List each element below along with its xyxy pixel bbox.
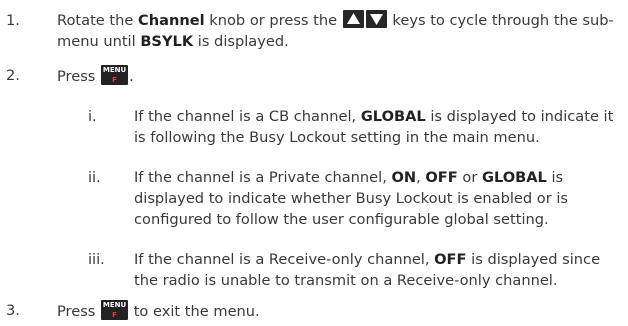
substep-number: iii. xyxy=(88,251,105,268)
substep-text: If the channel is a CB channel, GLOBAL i… xyxy=(134,108,614,146)
channel-label: Channel xyxy=(138,12,205,29)
substep-number: ii. xyxy=(88,169,101,186)
step-text: Rotate the Channel knob or press the key… xyxy=(57,10,614,50)
substep-number: i. xyxy=(88,108,97,125)
down-arrow-key-icon xyxy=(365,10,387,28)
menu-key-icon: MENU F xyxy=(101,65,129,85)
menu-key-icon: MENU F xyxy=(101,300,129,320)
step-number: 2. xyxy=(6,67,20,84)
step-text: Press MENU F to exit the menu. xyxy=(57,300,260,320)
substep-text: If the channel is a Private channel, ON,… xyxy=(134,169,568,228)
step-number: 1. xyxy=(6,12,20,29)
step-text: Press MENU F. xyxy=(57,65,134,85)
up-arrow-key-icon xyxy=(342,10,364,28)
bsylk-label: BSYLK xyxy=(140,33,194,50)
step-number: 3. xyxy=(6,302,20,319)
substep-text: If the channel is a Receive-only channel… xyxy=(134,251,601,289)
